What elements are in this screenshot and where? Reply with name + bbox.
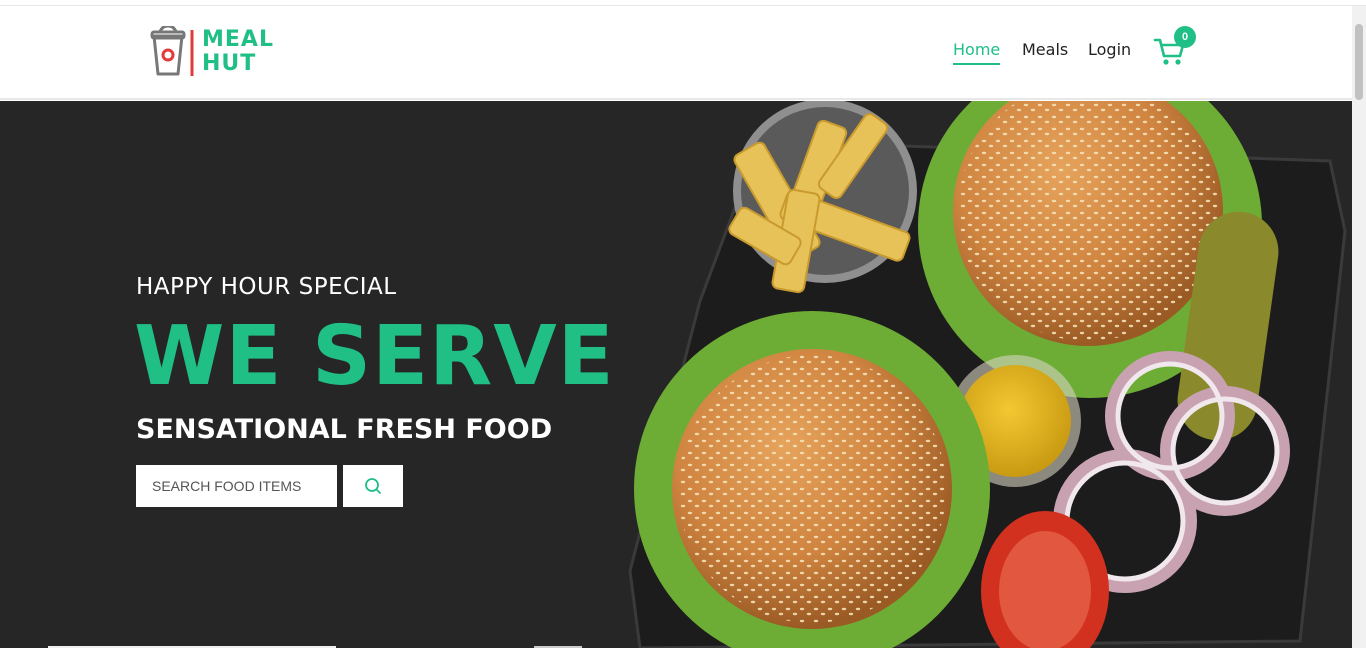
search-button[interactable] [343, 465, 403, 507]
nav-home-link[interactable]: Home [953, 40, 1001, 65]
hero-kicker: HAPPY HOUR SPECIAL [136, 274, 397, 300]
search-food-input[interactable] [136, 465, 337, 507]
cup-logo-icon [150, 26, 194, 76]
nav-meals-link[interactable]: Meals [1022, 40, 1068, 59]
scrollbar-thumb[interactable] [1355, 24, 1363, 100]
nav-login-link[interactable]: Login [1088, 40, 1131, 59]
logo-line-1: MEAL [202, 27, 274, 52]
meal-hut-logo[interactable]: MEAL HUT [150, 26, 285, 78]
logo-text: MEAL HUT [202, 28, 274, 76]
hero-subheadline: SENSATIONAL FRESH FOOD [136, 414, 553, 445]
logo-line-2: HUT [202, 51, 257, 76]
hero-banner: HAPPY HOUR SPECIAL WE SERVE SENSATIONAL … [0, 101, 1352, 648]
cart-count-badge: 0 [1174, 26, 1196, 48]
search-icon [365, 478, 381, 494]
page-scrollbar[interactable] [1352, 6, 1366, 648]
site-header: MEAL HUT Home Meals Login 0 [0, 6, 1352, 100]
hero-headline: WE SERVE [134, 309, 615, 404]
